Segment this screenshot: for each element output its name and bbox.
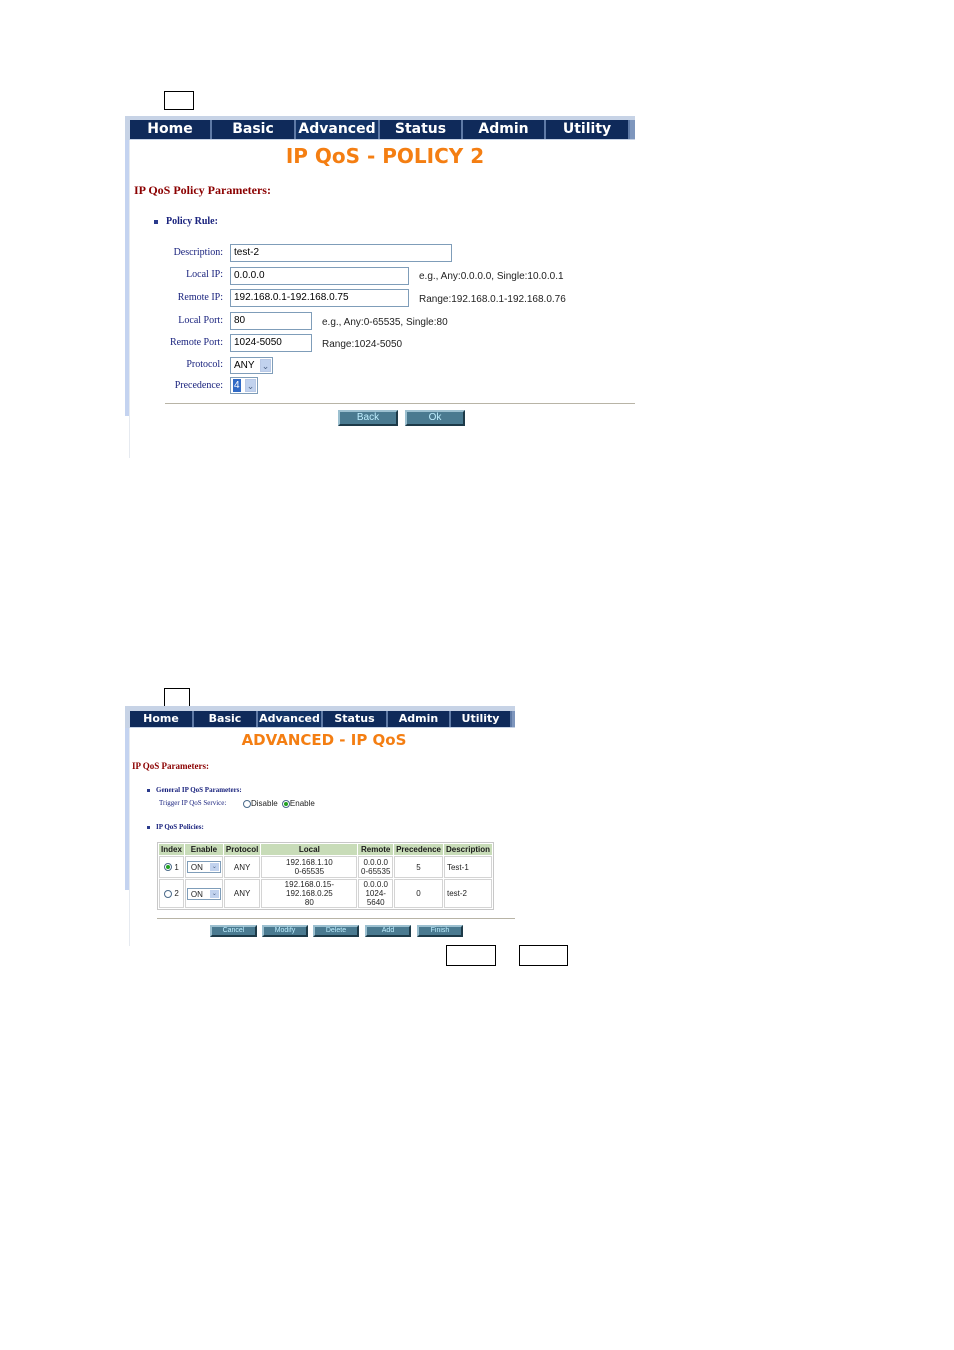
nav-advanced[interactable]: Advanced: [258, 711, 323, 727]
page-title: IP QoS - POLICY 2: [285, 144, 485, 168]
bullet-icon: [147, 788, 150, 792]
enable-cell: ON ⌄: [184, 879, 223, 908]
nav-admin[interactable]: Admin: [463, 120, 546, 139]
finish-button[interactable]: Finish: [417, 925, 463, 937]
remote-ip-label: Remote IP:: [177, 292, 223, 303]
chevron-down-icon: ⌄: [209, 889, 219, 898]
annotation-box-bottom-1: [446, 945, 496, 966]
header-enable: Enable: [184, 844, 223, 855]
description-cell: Test-1: [443, 856, 492, 878]
enable-select[interactable]: ON ⌄: [186, 861, 221, 873]
description-label: Description:: [173, 247, 223, 258]
nav-home[interactable]: Home: [130, 711, 194, 727]
chevron-down-icon: ⌄: [245, 379, 256, 392]
divider: [165, 403, 635, 404]
back-button[interactable]: Back: [338, 410, 398, 426]
add-button[interactable]: Add: [365, 925, 411, 937]
local-port-hint: e.g., Any:0-65535, Single:80: [322, 317, 448, 328]
precedence-cell: 0: [394, 879, 443, 908]
nav-status[interactable]: Status: [380, 120, 463, 139]
annotation-box-mid: [164, 688, 190, 707]
enable-cell: ON ⌄: [184, 856, 223, 878]
chevron-down-icon: ⌄: [260, 359, 271, 372]
header-local: Local: [261, 844, 358, 855]
precedence-select[interactable]: 4 ⌄: [230, 377, 258, 394]
table-row: 2 ON ⌄ ANY 192.168.0.15-192.168.0.25 80 0.…: [159, 879, 492, 908]
enable-select[interactable]: ON ⌄: [186, 887, 221, 900]
header-index: Index: [159, 844, 184, 855]
annotation-box-bottom-2: [519, 945, 568, 966]
remote-ip-hint: Range:192.168.0.1-192.168.0.76: [419, 294, 566, 305]
local-cell: 192.168.1.10 0-65535: [261, 856, 358, 878]
chevron-down-icon: ⌄: [209, 863, 219, 871]
header-remote: Remote: [358, 844, 394, 855]
policy-panel: Home Basic Advanced Status Admin Utility…: [125, 116, 637, 458]
protocol-cell: ANY: [223, 879, 261, 908]
precedence-cell: 5: [394, 856, 443, 878]
protocol-label: Protocol:: [186, 359, 223, 370]
header-description: Description: [443, 844, 492, 855]
remote-port-label: Remote Port:: [169, 337, 223, 348]
table-row: 1 ON ⌄ ANY 192.168.1.10 0-65535 0.0.0.0 0-6…: [159, 856, 492, 878]
index-cell[interactable]: 1: [159, 856, 184, 878]
annotation-box-top: [164, 91, 194, 110]
radio-enable[interactable]: Enable: [281, 799, 315, 808]
delete-button[interactable]: Delete: [313, 925, 359, 937]
general-params-label: General IP QoS Parameters:: [147, 786, 242, 794]
remote-cell: 0.0.0.0 1024-5640: [358, 879, 394, 908]
remote-ip-input[interactable]: 192.168.0.1-192.168.0.75: [230, 289, 409, 307]
description-cell: test-2: [443, 879, 492, 908]
nav-advanced[interactable]: Advanced: [296, 120, 380, 139]
header-precedence: Precedence: [394, 844, 443, 855]
description-input[interactable]: test-2: [230, 244, 452, 262]
remote-port-input[interactable]: 1024-5050: [230, 334, 312, 352]
page-title: ADVANCED - IP QoS: [241, 731, 407, 749]
trigger-label: Trigger IP QoS Service:: [159, 799, 227, 807]
nav-utility[interactable]: Utility: [546, 120, 630, 139]
remote-cell: 0.0.0.0 0-65535: [358, 856, 394, 878]
nav-basic[interactable]: Basic: [194, 711, 258, 727]
local-ip-label: Local IP:: [186, 269, 223, 280]
bullet-icon: [147, 825, 150, 829]
policies-label: IP QoS Policies:: [147, 823, 204, 831]
radio-checked-icon[interactable]: [281, 799, 290, 808]
local-ip-hint: e.g., Any:0.0.0.0, Single:10.0.0.1: [419, 271, 564, 282]
nav-admin[interactable]: Admin: [388, 711, 451, 727]
nav-status[interactable]: Status: [323, 711, 388, 727]
section-title: IP QoS Policy Parameters:: [134, 183, 271, 197]
divider: [157, 918, 515, 919]
row-select-radio[interactable]: [164, 889, 173, 898]
nav-basic[interactable]: Basic: [212, 120, 296, 139]
modify-button[interactable]: Modify: [262, 925, 308, 937]
nav-home[interactable]: Home: [130, 120, 212, 139]
policies-table: Index Enable Protocol Local Remote Prece…: [157, 842, 494, 910]
table-header-row: Index Enable Protocol Local Remote Prece…: [159, 844, 492, 855]
header-protocol: Protocol: [223, 844, 261, 855]
radio-icon[interactable]: [243, 799, 251, 808]
bullet-icon: [154, 219, 158, 224]
section-title: IP QoS Parameters:: [132, 761, 209, 771]
local-cell: 192.168.0.15-192.168.0.25 80: [261, 879, 358, 908]
radio-disable[interactable]: Disable: [243, 799, 278, 808]
local-port-input[interactable]: 80: [230, 312, 312, 330]
remote-port-hint: Range:1024-5050: [322, 339, 403, 350]
local-ip-input[interactable]: 0.0.0.0: [230, 267, 409, 285]
index-cell[interactable]: 2: [159, 879, 184, 908]
row-select-radio[interactable]: [164, 863, 173, 872]
ok-button[interactable]: Ok: [405, 410, 465, 426]
nav-utility[interactable]: Utility: [451, 711, 512, 727]
local-port-label: Local Port:: [178, 315, 223, 326]
precedence-label: Precedence:: [174, 380, 223, 391]
protocol-cell: ANY: [223, 856, 261, 878]
protocol-select[interactable]: ANY ⌄: [230, 357, 273, 374]
cancel-button[interactable]: Cancel: [210, 925, 257, 937]
trigger-options: Disable Enable: [243, 799, 315, 808]
policy-rule-label: Policy Rule:: [154, 216, 218, 227]
advanced-panel: Home Basic Advanced Status Admin Utility…: [125, 706, 517, 946]
